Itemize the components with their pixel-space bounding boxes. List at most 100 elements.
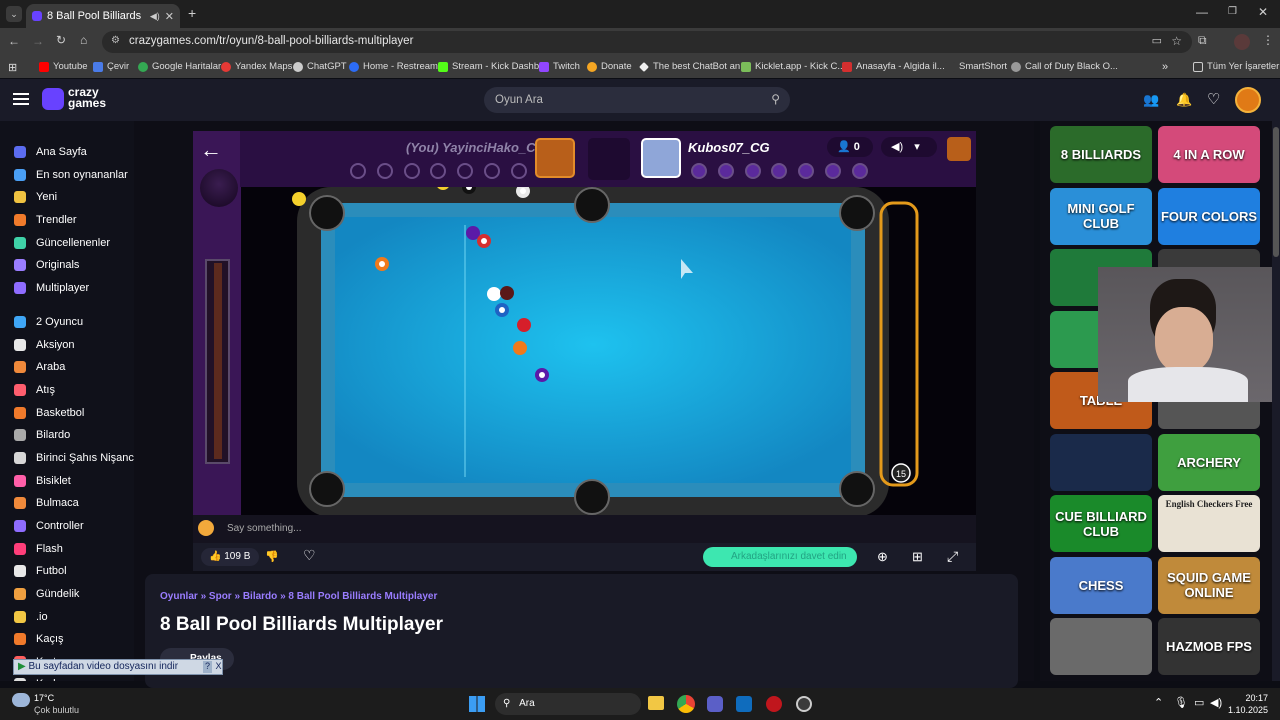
bookmark-cod[interactable]: Call of Duty Black O... xyxy=(1011,61,1118,72)
user-avatar[interactable] xyxy=(1235,87,1261,113)
bookmark-restream[interactable]: Home - Restream xyxy=(349,61,438,72)
bookmark-star-icon[interactable]: ☆ xyxy=(1171,34,1182,48)
sidebar-item[interactable]: Bilardo xyxy=(14,425,70,445)
sidebar-item[interactable]: En son oynananlar xyxy=(14,165,128,185)
restore-icon[interactable]: ❐ xyxy=(1228,6,1237,17)
sidebar-item[interactable]: Basketbol xyxy=(14,403,84,423)
bookmark-translate[interactable]: Çevir xyxy=(93,61,129,72)
extensions-icon[interactable]: ⧉ xyxy=(1198,33,1207,48)
windows-start-icon[interactable] xyxy=(469,696,485,712)
help-button[interactable]: ? xyxy=(203,661,212,673)
favorites-heart-icon[interactable]: ♡ xyxy=(1207,90,1220,108)
all-bookmarks-folder[interactable]: Tüm Yer İşaretleri xyxy=(1193,61,1280,72)
clock-time[interactable]: 20:17 xyxy=(1232,693,1268,703)
outlook-icon[interactable] xyxy=(736,696,752,712)
bookmark-algida[interactable]: Anasayfa - Algida il... xyxy=(842,61,945,72)
speaker-icon[interactable]: ◀) xyxy=(150,11,160,22)
game-thumbnail[interactable]: 4 IN A ROW xyxy=(1158,126,1260,183)
sidebar-item[interactable]: Yeni xyxy=(14,187,57,207)
sidebar-item[interactable]: Flash xyxy=(14,539,63,559)
sidebar-item[interactable]: .io xyxy=(14,607,48,627)
game-thumbnail[interactable]: ARCHERY xyxy=(1158,433,1260,491)
sidebar-item[interactable]: Atış xyxy=(14,380,55,400)
chrome-icon[interactable] xyxy=(677,695,695,713)
clock-date[interactable]: 1.10.2025 xyxy=(1220,705,1268,715)
report-icon[interactable]: ⊕ xyxy=(877,549,888,565)
pool-table[interactable]: 15 xyxy=(241,187,976,515)
browser-tab[interactable]: 8 Ball Pool Billiards Multipla ◀) ✕ xyxy=(26,4,180,28)
game-thumbnail[interactable]: FOUR COLORS xyxy=(1158,187,1260,245)
game-thumbnail[interactable] xyxy=(1050,618,1152,675)
cast-icon[interactable]: ▭ xyxy=(1152,34,1162,47)
theater-mode-icon[interactable]: ⊞ xyxy=(912,549,923,565)
bookmark-chatgpt[interactable]: ChatGPT xyxy=(293,61,347,72)
sidebar-item[interactable]: Ana Sayfa xyxy=(14,142,87,162)
bookmark-google-maps[interactable]: Google Haritalar xyxy=(138,61,221,72)
invite-friends-button[interactable]: Arkadaşlarınızı davet edin xyxy=(703,547,857,567)
game-thumbnail[interactable]: SQUID GAME ONLINE xyxy=(1158,556,1260,614)
profile-avatar[interactable] xyxy=(1234,34,1250,50)
app-icon[interactable] xyxy=(796,696,812,712)
url-field[interactable]: ⚙ crazygames.com/tr/oyun/8-ball-pool-bil… xyxy=(102,31,1192,53)
chat-input[interactable]: Say something... xyxy=(227,523,301,534)
window-close-icon[interactable]: ✕ xyxy=(1258,5,1268,19)
game-thumbnail[interactable]: 8 BILLIARDS xyxy=(1050,126,1152,183)
browser-menu-icon[interactable]: ⋮ xyxy=(1262,33,1274,47)
hamburger-menu-icon[interactable] xyxy=(13,93,29,95)
like-button[interactable]: 👍 109 B xyxy=(201,548,259,566)
video-download-bar[interactable]: ▶ Bu sayfadan video dosyasını indir ? X xyxy=(13,659,223,675)
bookmark-kick-dashboard[interactable]: Stream - Kick Dashb... xyxy=(438,61,547,72)
more-bookmarks-icon[interactable]: » xyxy=(1162,61,1168,73)
apps-grid-icon[interactable]: ⊞ xyxy=(8,61,17,74)
sidebar-item[interactable]: Korku xyxy=(14,674,65,681)
weather-cloud-icon[interactable] xyxy=(12,693,30,707)
sidebar-item[interactable]: Araba xyxy=(14,357,65,377)
chat-bar[interactable]: Say something... xyxy=(193,515,976,543)
friends-icon[interactable]: 👥 xyxy=(1143,92,1159,108)
reload-icon[interactable]: ↻ xyxy=(56,33,66,47)
bookmark-kicklet[interactable]: Kicklet.app - Kick C... xyxy=(741,61,845,72)
power-slider[interactable] xyxy=(205,259,230,464)
bookmark-smartshort[interactable]: SmartShort xyxy=(945,61,1007,72)
microphone-icon[interactable]: 🎙 xyxy=(1174,696,1188,709)
page-scrollbar[interactable] xyxy=(1272,121,1280,681)
spin-control[interactable] xyxy=(200,169,238,207)
game-thumbnail[interactable]: CHESS xyxy=(1050,556,1152,614)
download-bar-text[interactable]: Bu sayfadan video dosyasını indir xyxy=(28,661,178,672)
crazygames-logo-icon[interactable] xyxy=(42,88,64,110)
game-thumbnail[interactable]: MINI GOLF CLUB xyxy=(1050,187,1152,245)
breadcrumb-link[interactable]: Oyunlar xyxy=(160,591,198,602)
teams-icon[interactable] xyxy=(707,696,723,712)
taskbar-search[interactable]: ⚲ Ara xyxy=(495,693,641,715)
bookmark-donate[interactable]: Donate xyxy=(587,61,632,72)
sidebar-item[interactable]: Multiplayer xyxy=(14,278,89,298)
volume-control[interactable]: ◀) ▾ xyxy=(881,137,937,157)
sidebar-item[interactable]: Controller xyxy=(14,516,84,536)
game-frame[interactable]: ← (You) YayinciHako_CG Kubos07_CG 👤 0 ◀)… xyxy=(193,131,976,515)
file-explorer-icon[interactable] xyxy=(648,696,664,710)
sidebar-item[interactable]: Bisiklet xyxy=(14,471,71,491)
new-tab-icon[interactable]: + xyxy=(188,5,196,21)
weather-temp[interactable]: 17°C xyxy=(34,693,54,703)
bookmark-youtube[interactable]: Youtube xyxy=(39,61,88,72)
forward-icon[interactable]: → xyxy=(32,34,44,48)
sidebar-item[interactable]: Aksiyon xyxy=(14,335,75,355)
obs-icon[interactable] xyxy=(766,696,782,712)
player-profile-icon[interactable] xyxy=(947,137,971,161)
game-thumbnail[interactable]: CUE BILLIARD CLUB xyxy=(1050,495,1152,552)
breadcrumb-link[interactable]: 8 Ball Pool Billiards Multiplayer xyxy=(288,591,437,602)
search-icon[interactable]: ⚲ xyxy=(771,92,780,106)
breadcrumb-link[interactable]: Spor xyxy=(209,591,232,602)
site-logo[interactable]: crazy games xyxy=(68,86,106,109)
bookmark-yandex-maps[interactable]: Yandex Maps xyxy=(221,61,292,72)
spectators-count[interactable]: 👤 0 xyxy=(827,137,873,157)
tray-overflow-icon[interactable]: ⌃ xyxy=(1154,696,1163,709)
sidebar-item[interactable]: Originals xyxy=(14,255,79,275)
sidebar-item[interactable]: Birinci Şahıs Nişancı xyxy=(14,448,134,468)
back-arrow-icon[interactable]: ← xyxy=(200,137,222,163)
sidebar-item[interactable]: 2 Oyuncu xyxy=(14,312,83,332)
sidebar-item[interactable]: Güncellenenler xyxy=(14,233,110,253)
network-icon[interactable]: ▭ xyxy=(1194,696,1204,709)
breadcrumb-link[interactable]: Bilardo xyxy=(243,591,277,602)
minimize-icon[interactable]: — xyxy=(1196,5,1208,19)
